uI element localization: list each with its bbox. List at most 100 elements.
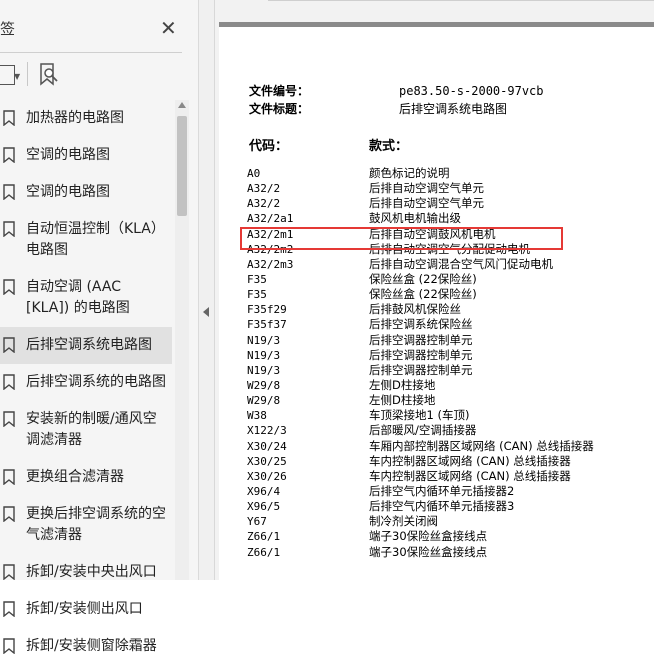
bookmark-icon bbox=[3, 221, 15, 244]
bookmark-icon bbox=[3, 469, 15, 492]
component-code: X96/5 bbox=[247, 500, 281, 514]
divider bbox=[0, 52, 182, 53]
chevron-left-icon[interactable] bbox=[203, 307, 209, 317]
table-row: X122/3 后部暖风/空调插接器 bbox=[247, 423, 637, 438]
component-description: 后排自动空调空气分配促动电机 bbox=[369, 241, 530, 256]
bookmark-icon bbox=[3, 564, 15, 587]
component-code: N19/3 bbox=[247, 333, 281, 347]
bookmark-item[interactable]: 空调的电路图 bbox=[0, 174, 172, 211]
component-description: 左侧D柱接地 bbox=[369, 377, 436, 392]
component-description: 车厢内部控制器区域网络 (CAN) 总线插接器 bbox=[369, 438, 594, 453]
table-row: Z66/1 端子30保险丝盒接线点 bbox=[247, 529, 637, 544]
bookmark-list: 加热器的电路图 空调的电路图 空调的电路图 自动恒温控制（KLA）电路图 自动空调 (A… bbox=[0, 100, 172, 665]
table-row: X30/24 车厢内部控制器区域网络 (CAN) 总线插接器 bbox=[247, 439, 637, 454]
table-row: F35f37 后排空调系统保险丝 bbox=[247, 317, 637, 332]
component-description: 保险丝盒 (22保险丝) bbox=[369, 287, 477, 302]
bookmark-item[interactable]: 更换组合滤清器 bbox=[0, 459, 172, 496]
table-row: X96/5 后排空气内循环单元插接器3 bbox=[247, 499, 637, 514]
table-row: F35f29 后排鼓风机保险丝 bbox=[247, 302, 637, 317]
component-description: 后排空调器控制单元 bbox=[369, 347, 473, 362]
component-code: W38 bbox=[247, 409, 267, 423]
bookmark-icon bbox=[3, 374, 15, 397]
table-row: Z66/1 端子30保险丝盒接线点 bbox=[247, 545, 637, 560]
table-row: A32/2m2 后排自动空调空气分配促动电机 bbox=[247, 242, 637, 257]
component-table: A0 颜色标记的说明 A32/2 后排自动空调空气单元 A32/2 后排自动空调空气单元 A… bbox=[247, 166, 637, 560]
close-icon[interactable]: ✕ bbox=[160, 18, 180, 38]
component-description: 车顶梁接地1 (车顶) bbox=[369, 408, 470, 423]
bookmark-icon bbox=[3, 279, 15, 302]
bookmark-label: 自动空调 (AAC [KLA]) 的电路图 bbox=[26, 279, 130, 316]
bookmark-label: 后排空调系统电路图 bbox=[26, 337, 152, 353]
bookmark-icon bbox=[3, 411, 15, 434]
bookmark-item[interactable]: 拆卸/安装侧出风口 bbox=[0, 591, 172, 628]
bookmark-item[interactable]: 拆卸/安装中央出风口 bbox=[0, 554, 172, 591]
table-header: 代码： 款式： bbox=[249, 137, 609, 157]
scrollbar[interactable] bbox=[175, 100, 189, 580]
table-row: A32/2a1 鼓风机电机输出级 bbox=[247, 211, 637, 226]
component-description: 后排自动空调鼓风机电机 bbox=[369, 226, 496, 241]
chevron-down-icon[interactable]: ▼ bbox=[14, 72, 20, 81]
component-code: A32/2m1 bbox=[247, 227, 294, 241]
bookmark-item[interactable]: 拆卸/安装侧窗除霜器 bbox=[0, 628, 172, 665]
component-description: 后排自动空调空气单元 bbox=[369, 181, 484, 196]
component-code: Z66/1 bbox=[247, 545, 281, 559]
bookmark-item[interactable]: 后排空调系统的电路图 bbox=[0, 364, 172, 401]
component-code: F35f29 bbox=[247, 303, 287, 317]
component-code: A32/2 bbox=[247, 197, 281, 211]
table-row: F35 保险丝盒 (22保险丝) bbox=[247, 272, 637, 287]
bookmark-label: 安装新的制暖/通风空调滤清器 bbox=[26, 411, 157, 448]
file-title-label: 文件标题： bbox=[249, 102, 310, 116]
component-code: X30/25 bbox=[247, 454, 287, 468]
bookmark-icon bbox=[3, 147, 15, 170]
component-code: W29/8 bbox=[247, 378, 281, 392]
component-description: 后排空气内循环单元插接器2 bbox=[369, 483, 515, 498]
bookmark-item[interactable]: 更换后排空调系统的空气滤清器 bbox=[0, 496, 172, 554]
component-description: 后排空气内循环单元插接器3 bbox=[369, 499, 515, 514]
panel-title: 签 bbox=[0, 20, 16, 38]
component-code: A32/2a1 bbox=[247, 212, 294, 226]
component-code: A0 bbox=[247, 167, 261, 180]
component-description: 车内控制器区域网络 (CAN) 总线插接器 bbox=[369, 468, 571, 483]
component-code: W29/8 bbox=[247, 394, 281, 408]
table-row: N19/3 后排空调器控制单元 bbox=[247, 333, 637, 348]
table-row: N19/3 后排空调器控制单元 bbox=[247, 348, 637, 363]
table-row: X96/4 后排空气内循环单元插接器2 bbox=[247, 484, 637, 499]
bookmark-item[interactable]: 后排空调系统电路图 bbox=[0, 327, 172, 364]
component-code: X30/24 bbox=[247, 439, 287, 453]
bookmark-label: 后排空调系统的电路图 bbox=[26, 374, 166, 390]
table-row: X30/25 车内控制器区域网络 (CAN) 总线插接器 bbox=[247, 454, 637, 469]
bookmark-icon bbox=[3, 506, 15, 529]
component-code: F35 bbox=[247, 288, 267, 302]
file-title-value: 后排空调系统电路图 bbox=[399, 102, 508, 116]
bookmark-search-icon[interactable] bbox=[38, 62, 60, 90]
table-row: W29/8 左侧D柱接地 bbox=[247, 378, 637, 393]
table-row: Y67 制冷剂关闭阀 bbox=[247, 514, 637, 529]
scrollbar-thumb[interactable] bbox=[177, 116, 187, 216]
component-code: N19/3 bbox=[247, 348, 281, 362]
scroll-up-icon[interactable] bbox=[178, 102, 186, 108]
component-description: 保险丝盒 (22保险丝) bbox=[369, 271, 477, 286]
bookmark-label: 拆卸/安装中央出风口 bbox=[26, 564, 157, 580]
bookmark-item[interactable]: 加热器的电路图 bbox=[0, 100, 172, 137]
component-code: X96/4 bbox=[247, 484, 281, 498]
component-description: 后排鼓风机保险丝 bbox=[369, 302, 461, 317]
bookmark-label: 自动恒温控制（KLA）电路图 bbox=[26, 221, 165, 258]
options-icon[interactable] bbox=[0, 65, 15, 85]
bookmark-item[interactable]: 安装新的制暖/通风空调滤清器 bbox=[0, 401, 172, 459]
bookmark-item[interactable]: 自动空调 (AAC [KLA]) 的电路图 bbox=[0, 269, 172, 327]
divider bbox=[268, 0, 654, 1]
panel-collapse-handle[interactable] bbox=[199, 0, 215, 580]
component-description: 颜色标记的说明 bbox=[369, 166, 450, 180]
component-description: 后排自动空调混合空气风门促动电机 bbox=[369, 256, 553, 271]
component-description: 车内控制器区域网络 (CAN) 总线插接器 bbox=[369, 453, 571, 468]
bookmark-icon bbox=[3, 184, 15, 207]
bookmark-item[interactable]: 自动恒温控制（KLA）电路图 bbox=[0, 211, 172, 269]
table-row: A32/2 后排自动空调空气单元 bbox=[247, 196, 637, 211]
component-code: A32/2 bbox=[247, 182, 281, 196]
component-code: F35 bbox=[247, 272, 267, 286]
component-code: Y67 bbox=[247, 515, 267, 529]
bookmark-item[interactable]: 空调的电路图 bbox=[0, 137, 172, 174]
component-code: Z66/1 bbox=[247, 530, 281, 544]
bookmarks-panel: 签 ✕ ▼ 加热器的电路图 空调的电路图 空调的电路图 自动恒温控制（KLA）电路图自… bbox=[0, 0, 199, 655]
bookmark-label: 空调的电路图 bbox=[26, 147, 110, 163]
